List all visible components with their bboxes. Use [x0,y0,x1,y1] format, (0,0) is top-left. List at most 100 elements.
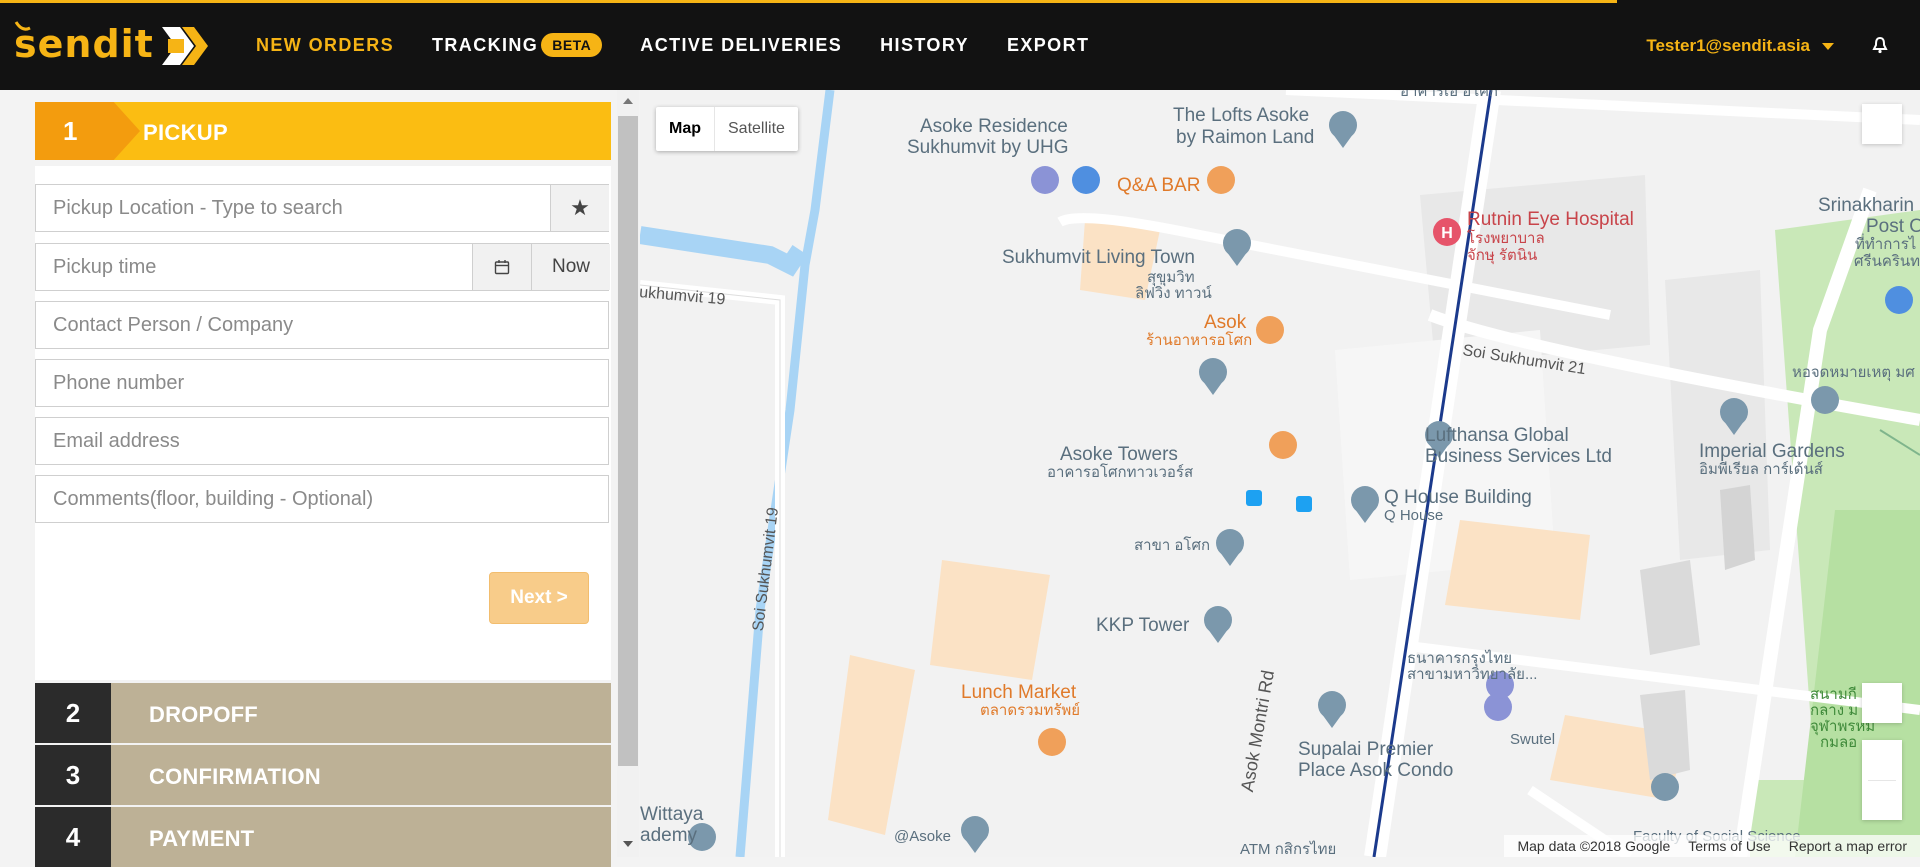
step-title: PAYMENT [149,826,255,851]
map-label: Supalai Premier [1298,739,1434,760]
map-label: กมลอ [1820,734,1858,751]
contact-field [35,301,609,349]
step-number-badge: 1 [35,102,140,160]
step-confirmation[interactable]: 3 CONFIRMATION [35,745,611,805]
map-label: ที่ทำการไ [1855,236,1917,253]
report-map-error-link[interactable]: Report a map error [1789,838,1907,854]
canal [640,226,808,277]
map-label: ลิฟวิ่ง ทาวน์ [1135,285,1212,302]
step-pickup-header[interactable]: 1 PICKUP [35,102,611,160]
map-label: Business Services Ltd [1425,446,1612,467]
email-field [35,417,609,465]
contact-person-input[interactable] [36,302,608,348]
terms-link[interactable]: Terms of Use [1688,838,1770,854]
map-label: Swutel [1510,731,1556,748]
pickup-time-input[interactable] [36,244,472,290]
map-label: Post O [1866,216,1920,237]
map-label: Asoke Towers [1060,444,1178,465]
nav-history[interactable]: HISTORY [880,35,969,56]
map-label: Lufthansa Global [1425,425,1569,446]
nav-export[interactable]: EXPORT [1007,35,1089,56]
bell-icon[interactable] [1872,36,1888,54]
nav-tracking[interactable]: TRACKING BETA [432,33,603,57]
step-number: 2 [35,683,111,743]
map-label: ตลาดรวมทรัพย์ [980,702,1081,719]
building [1445,520,1590,620]
step-title: CONFIRMATION [149,764,321,789]
pickup-location-input[interactable] [36,185,551,231]
map-label: สาขามหาวิทยาลัย... [1407,666,1538,683]
step-title: DROPOFF [149,702,258,727]
map-label: อาคารเอ อโศก [1400,90,1498,100]
zoom-out-button[interactable] [1862,781,1902,820]
scroll-thumb[interactable] [618,116,638,766]
logo-arrow-icon [161,27,208,65]
next-button[interactable]: Next > [489,572,589,624]
map-label: Q&A BAR [1117,175,1201,196]
map-view[interactable]: H Map Satellite Asoke Residence Sukhumvi… [640,90,1920,857]
building-block [1640,560,1700,655]
nav-new-orders[interactable]: NEW ORDERS [256,35,394,56]
step-payment[interactable]: 4 PAYMENT [35,807,611,867]
building-block [1720,485,1755,570]
now-label: Now [551,256,590,277]
map-label: ร้านอาหารอโศก [1146,332,1253,349]
panel-scrollbar[interactable] [617,90,639,857]
map-type-satellite-button[interactable]: Satellite [714,107,798,151]
phone-field [35,359,609,407]
step-dropoff[interactable]: 2 DROPOFF [35,683,611,743]
street-view-pegman-button[interactable] [1862,683,1902,723]
map-data-text: Map data ©2018 Google [1517,838,1671,854]
phone-number-input[interactable] [36,360,608,406]
map-label: Rutnin Eye Hospital [1467,209,1634,230]
map-label: Imperial Gardens [1699,441,1845,462]
map-label: Q House Building [1384,487,1532,508]
svg-text:H: H [1441,225,1453,242]
top-navigation-bar: sendit NEW ORDERS TRACKING BETA ACTIVE D… [0,0,1920,90]
step-number: 3 [35,745,111,805]
fullscreen-button[interactable] [1862,104,1902,144]
map-type-map-button[interactable]: Map [656,107,714,151]
next-label: Next > [510,587,568,608]
map-label: ATM กสิกรไทย [1240,841,1337,857]
calendar-button[interactable] [472,244,531,290]
zoom-control [1862,740,1902,820]
map-label: Sukhumvit by UHG [907,137,1069,158]
map-label: Place Asok Condo [1298,760,1454,781]
scroll-up-arrow-icon[interactable] [623,98,633,104]
map-label: Srinakharin [1818,195,1915,216]
beta-badge: BETA [541,33,603,57]
now-button[interactable]: Now [531,244,610,290]
favorite-location-button[interactable]: ★ [550,185,609,231]
map-label: สาขา อโศก [1134,537,1211,554]
sendit-logo[interactable]: sendit [14,20,229,72]
map-label: by Raimon Land [1176,127,1315,148]
map-label: Q House [1384,507,1444,524]
pickup-time-field: Now [35,243,610,291]
chevron-down-icon [1822,42,1834,50]
map-label: Wittaya [640,804,704,825]
pickup-form: ★ Now [35,166,611,680]
zoom-in-button[interactable] [1862,740,1902,780]
user-menu[interactable]: Tester1@sendit.asia [1646,36,1834,56]
nav-active-deliveries[interactable]: ACTIVE DELIVERIES [640,35,842,56]
email-address-input[interactable] [36,418,608,464]
main-nav: NEW ORDERS TRACKING BETA ACTIVE DELIVERI… [256,0,1127,90]
map-label: ศรีนครินท [1854,253,1920,270]
map-label: อิมพีเรียล การ์เด้นส์ [1699,461,1823,478]
order-form-panel: 1 PICKUP ★ Now [0,90,640,867]
building [930,560,1050,680]
logo-text: sendit [14,22,154,66]
map-label: อาคารอโศกทาวเวอร์ส [1047,464,1194,481]
map-label: ademy [640,825,698,846]
road [1285,90,1920,125]
map-label: จักษุ รัตนิน [1467,247,1538,264]
map-attribution: Map data ©2018 Google Terms of Use Repor… [1504,835,1920,857]
map-label: @Asoke [894,828,951,845]
comments-input[interactable] [36,476,608,522]
map-label: Asoke Residence [920,116,1068,137]
step-number: 4 [35,807,111,867]
scroll-down-arrow-icon[interactable] [623,841,633,847]
map-label: The Lofts Asoke [1173,105,1310,126]
map-type-toggle: Map Satellite [656,107,798,151]
